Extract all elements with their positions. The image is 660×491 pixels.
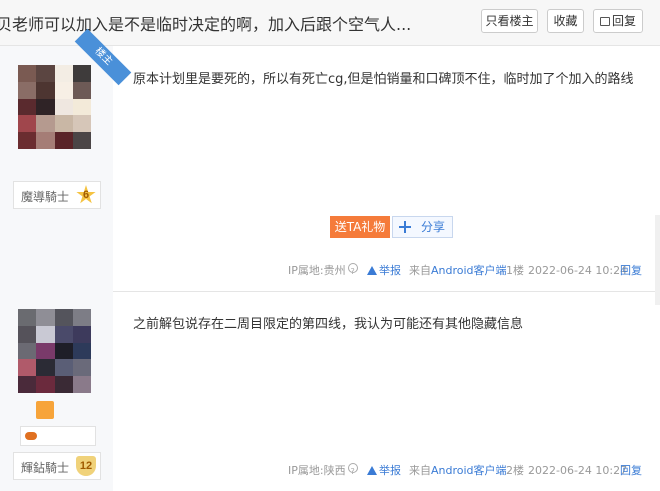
level-name: 魔導騎士 xyxy=(21,190,70,204)
reply-button-label: 回复 xyxy=(611,14,636,28)
thread-header: 贝老师可以加入是不是临时决定的啊，加入后跟个空气人... 只看楼主 收藏 回复 xyxy=(0,0,660,46)
floor-number: 2楼 xyxy=(506,464,524,477)
client-source: 来自Android客户端 xyxy=(409,264,507,277)
ip-location: IP属地:贵州? xyxy=(288,263,358,279)
level-badge[interactable]: 魔導騎士 6 xyxy=(13,181,101,209)
client-link[interactable]: Android客户端 xyxy=(431,464,507,477)
author-sidebar: 魔導騎士 6 xyxy=(0,46,113,291)
share-label: 分享 xyxy=(421,220,446,234)
thread-title: 贝老师可以加入是不是临时决定的啊，加入后跟个空气人... xyxy=(0,15,412,34)
post-floor-1: 魔導騎士 6 楼主 原本计划里是要死的，所以有死亡cg,但是怕销量和口碑顶不住，… xyxy=(0,28,660,291)
post-time: 2022-06-24 10:24 xyxy=(528,264,628,277)
post-tail: IP属地:贵州? 举报 来自Android客户端 1楼 2022-06-24 1… xyxy=(0,263,660,279)
help-icon[interactable]: ? xyxy=(347,263,358,276)
gamepad-icon xyxy=(25,432,37,440)
reply-icon xyxy=(599,17,610,26)
post-tail: IP属地:陕西? 举报 来自Android客户端 2楼 2022-06-24 1… xyxy=(0,463,660,479)
author-sidebar: 輝鉆騎士 12 xyxy=(0,291,113,491)
share-button[interactable]: 分享 xyxy=(392,216,453,238)
reply-link[interactable]: 回复 xyxy=(620,463,642,479)
medal-row[interactable] xyxy=(20,426,96,446)
reply-link[interactable]: 回复 xyxy=(620,263,642,279)
warning-icon xyxy=(367,266,377,275)
fan-badge-icon[interactable] xyxy=(36,401,54,419)
avatar[interactable] xyxy=(18,65,91,149)
warning-icon xyxy=(367,466,377,475)
post-content: 之前解包说存在二周目限定的第四线，我认为可能还有其他隐藏信息 xyxy=(133,317,524,332)
only-op-button[interactable]: 只看楼主 xyxy=(481,9,538,33)
ip-location: IP属地:陕西? xyxy=(288,463,358,479)
client-link[interactable]: Android客户端 xyxy=(431,264,507,277)
post-content: 原本计划里是要死的，所以有死亡cg,但是怕销量和口碑顶不住，临时加了个加入的路线 xyxy=(133,72,634,87)
plus-icon xyxy=(399,221,411,233)
scrollbar-edge[interactable] xyxy=(655,215,660,305)
collect-button[interactable]: 收藏 xyxy=(547,9,584,33)
reply-button[interactable]: 回复 xyxy=(593,9,643,33)
send-gift-button[interactable]: 送TA礼物 xyxy=(330,216,390,238)
level-star-icon: 6 xyxy=(76,185,96,204)
floor-number: 1楼 xyxy=(506,264,524,277)
post-floor-2: 輝鉆騎士 12 之前解包说存在二周目限定的第四线，我认为可能还有其他隐藏信息 I… xyxy=(0,291,660,491)
client-source: 来自Android客户端 xyxy=(409,464,507,477)
avatar[interactable] xyxy=(18,309,91,393)
help-icon[interactable]: ? xyxy=(347,463,358,476)
report-link[interactable]: 举报 xyxy=(367,263,401,279)
report-link[interactable]: 举报 xyxy=(367,463,401,479)
post-time: 2022-06-24 10:27 xyxy=(528,464,628,477)
